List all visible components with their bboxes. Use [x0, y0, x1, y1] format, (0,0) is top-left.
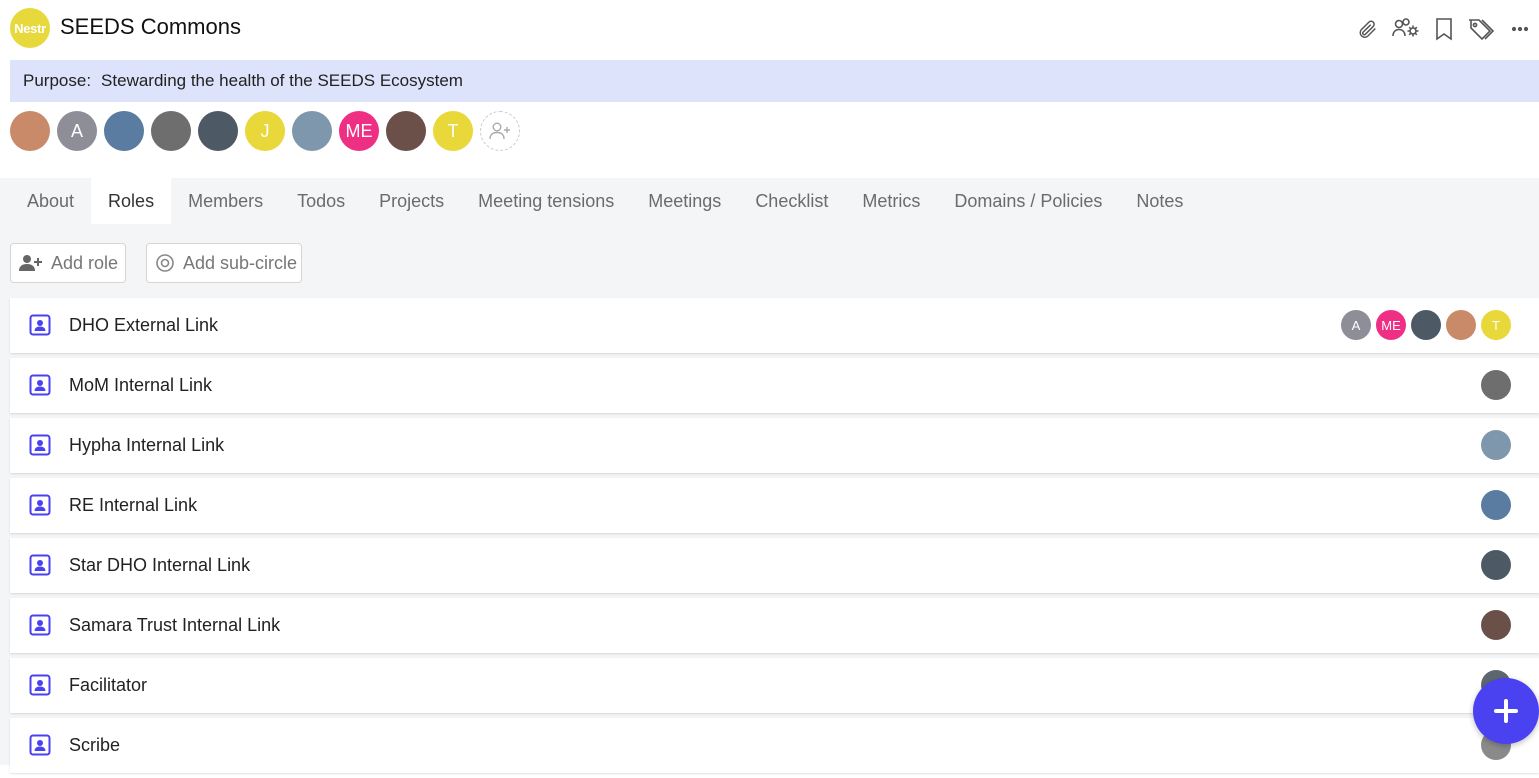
member-avatar[interactable] [292, 111, 332, 151]
assignee-avatar[interactable] [1446, 310, 1476, 340]
tab-bar: About Roles Members Todos Projects Meeting te… [0, 178, 1539, 224]
assignee-avatar[interactable] [1481, 430, 1511, 460]
role-row[interactable]: RE Internal Link [10, 478, 1539, 533]
tab-roles[interactable]: Roles [91, 178, 172, 224]
member-avatar[interactable] [104, 111, 144, 151]
role-row[interactable]: MoM Internal Link [10, 358, 1539, 413]
assignee-avatar[interactable]: A [1341, 310, 1371, 340]
header-actions [1349, 14, 1539, 44]
assignee-avatar[interactable] [1481, 550, 1511, 580]
roles-panel: Add role Add sub-circle DHO External Lin… [0, 224, 1539, 773]
member-avatar[interactable]: A [57, 111, 97, 151]
role-assignees [1481, 490, 1511, 520]
assignee-avatar[interactable] [1411, 310, 1441, 340]
role-name: Facilitator [69, 675, 148, 695]
role-icon [29, 494, 51, 516]
role-icon [29, 314, 51, 336]
nestr-logo: Nestr [10, 8, 50, 48]
team-settings-icon[interactable] [1387, 14, 1425, 44]
tabs: About Roles Members Todos Projects Meeting te… [10, 178, 1200, 224]
add-subcircle-label: Add sub-circle [183, 252, 298, 273]
tab-notes[interactable]: Notes [1119, 178, 1200, 224]
role-name: DHO External Link [69, 315, 219, 335]
tab-about[interactable]: About [10, 178, 91, 224]
member-avatar[interactable] [198, 111, 238, 151]
circle-title: SEEDS Commons [60, 14, 241, 39]
member-avatar[interactable] [10, 111, 50, 151]
role-name: RE Internal Link [69, 495, 198, 515]
member-avatar[interactable]: T [433, 111, 473, 151]
add-user-icon [19, 255, 42, 271]
member-avatar[interactable]: J [245, 111, 285, 151]
tab-projects[interactable]: Projects [362, 178, 461, 224]
add-subcircle-button[interactable]: Add sub-circle [146, 243, 302, 283]
circle-members: A J ME T [10, 111, 520, 151]
role-name: Star DHO Internal Link [69, 555, 251, 575]
assignee-avatar[interactable]: ME [1376, 310, 1406, 340]
roles-list: DHO External Link A ME T MoM Internal Link Hy… [10, 298, 1539, 778]
more-icon[interactable] [1501, 14, 1539, 44]
tab-checklist[interactable]: Checklist [738, 178, 845, 224]
role-icon [29, 734, 51, 756]
add-role-button[interactable]: Add role [10, 243, 126, 283]
role-assignees: A ME T [1341, 310, 1511, 340]
bookmark-icon[interactable] [1425, 14, 1463, 44]
role-row[interactable]: Hypha Internal Link [10, 418, 1539, 473]
assignee-avatar[interactable]: T [1481, 310, 1511, 340]
tab-metrics[interactable]: Metrics [845, 178, 937, 224]
role-assignees [1481, 610, 1511, 640]
role-icon [29, 374, 51, 396]
tab-domains-policies[interactable]: Domains / Policies [937, 178, 1119, 224]
tags-icon[interactable] [1463, 14, 1501, 44]
role-assignees [1481, 370, 1511, 400]
tab-meeting-tensions[interactable]: Meeting tensions [461, 178, 631, 224]
role-row[interactable]: DHO External Link A ME T [10, 298, 1539, 353]
add-fab-button[interactable] [1473, 678, 1539, 744]
member-avatar[interactable] [386, 111, 426, 151]
add-role-label: Add role [51, 252, 119, 273]
paperclip-icon[interactable] [1349, 14, 1387, 44]
tab-meetings[interactable]: Meetings [631, 178, 738, 224]
role-name: Hypha Internal Link [69, 435, 225, 455]
role-icon [29, 614, 51, 636]
role-icon [29, 554, 51, 576]
member-avatar[interactable]: ME [339, 111, 379, 151]
role-row[interactable]: Facilitator [10, 658, 1539, 713]
role-name: MoM Internal Link [69, 375, 213, 395]
plus-icon [1494, 699, 1518, 723]
assignee-avatar[interactable] [1481, 370, 1511, 400]
assignee-avatar[interactable] [1481, 490, 1511, 520]
role-name: Samara Trust Internal Link [69, 615, 281, 635]
assignee-avatar[interactable] [1481, 610, 1511, 640]
role-icon [29, 434, 51, 456]
purpose-label: Purpose: [23, 71, 92, 90]
add-member-button[interactable] [480, 111, 520, 151]
tab-todos[interactable]: Todos [280, 178, 362, 224]
member-avatar[interactable] [151, 111, 191, 151]
role-row[interactable]: Samara Trust Internal Link [10, 598, 1539, 653]
role-row[interactable]: Star DHO Internal Link [10, 538, 1539, 593]
purpose-banner: Purpose: Stewarding the health of the SE… [10, 60, 1539, 102]
role-assignees [1481, 550, 1511, 580]
role-assignees [1481, 430, 1511, 460]
add-member-icon [489, 122, 510, 140]
circle-header: Nestr SEEDS Commons [0, 0, 1539, 58]
role-icon [29, 674, 51, 696]
purpose-text: Stewarding the health of the SEEDS Ecosy… [101, 71, 463, 90]
subcircle-icon [156, 254, 174, 272]
tab-members[interactable]: Members [171, 178, 280, 224]
